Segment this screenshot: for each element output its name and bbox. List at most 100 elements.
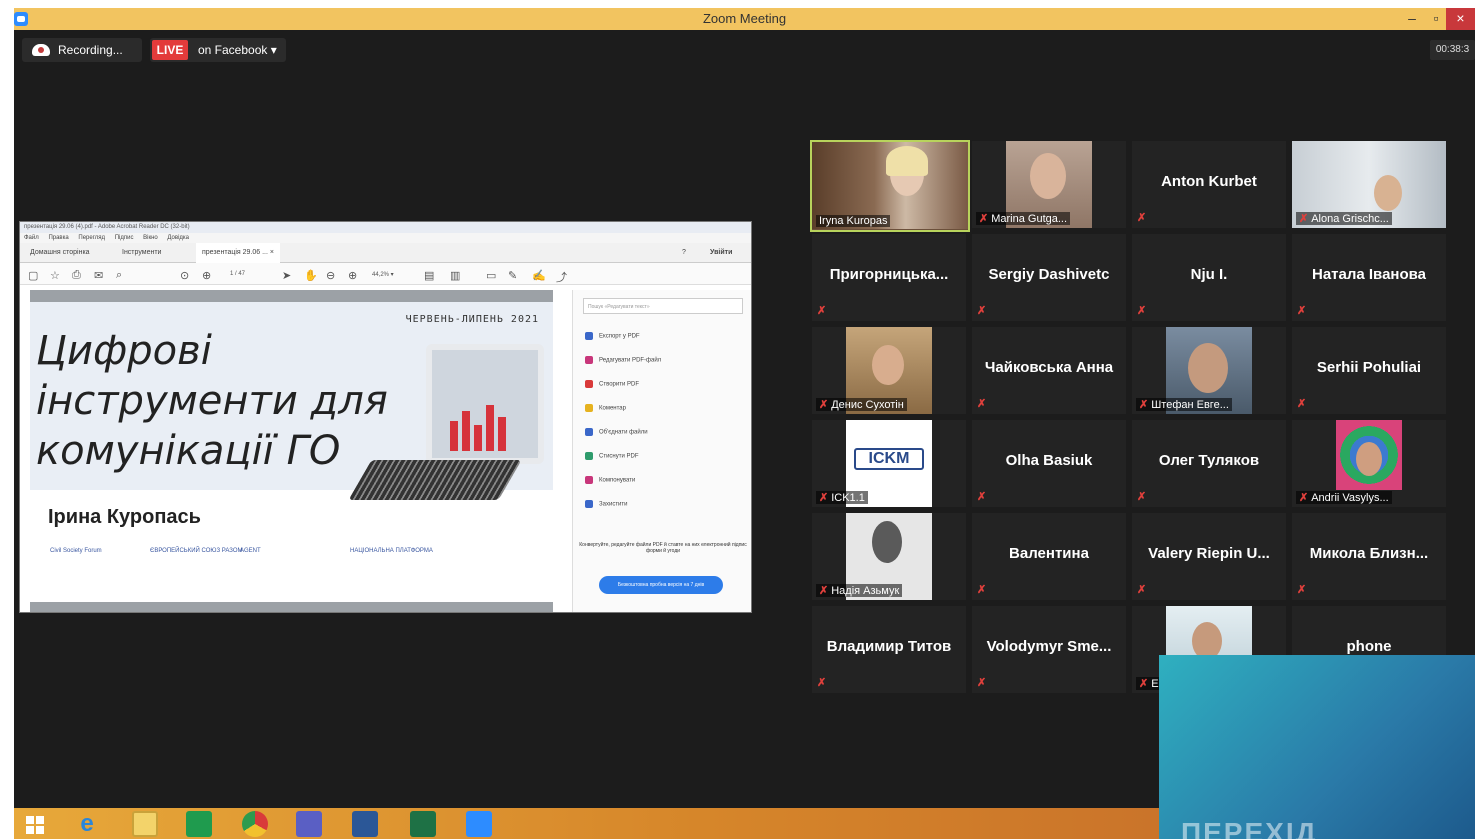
store-icon[interactable]: [186, 811, 212, 837]
window-titlebar[interactable]: Zoom Meeting – ▫ ×: [14, 8, 1475, 30]
page-down-icon[interactable]: ⊕: [202, 269, 211, 282]
live-destination[interactable]: on Facebook ▾: [198, 38, 277, 62]
participant-tile[interactable]: Натала Іванова ✗: [1292, 234, 1446, 321]
participant-name: Marina Gutga...: [991, 213, 1068, 225]
panel-create-pdf[interactable]: Створити PDF: [585, 380, 639, 388]
menu-item[interactable]: Файл: [24, 235, 39, 241]
recording-indicator[interactable]: Recording...: [22, 38, 142, 62]
panel-item-label: Захистити: [599, 501, 628, 508]
panel-item-label: Експорт у PDF: [599, 333, 640, 340]
star-icon[interactable]: ☆: [50, 269, 60, 282]
panel-protect[interactable]: Захистити: [585, 500, 628, 508]
panel-compress[interactable]: Стиснути PDF: [585, 452, 639, 460]
participant-tile[interactable]: ✗ Alona Grischc...: [1292, 141, 1446, 228]
participant-tile[interactable]: Владимир Титов ✗: [812, 606, 966, 693]
panel-organize[interactable]: Компонувати: [585, 476, 635, 484]
icskm-logo: ICKM: [854, 448, 924, 470]
maximize-button[interactable]: ▫: [1424, 8, 1448, 30]
participant-name-label: ✗ Штефан Евге...: [1136, 398, 1232, 411]
overlay-text: ПЕРЕХІД: [1181, 817, 1318, 839]
teams-icon[interactable]: [296, 811, 322, 837]
tab-home[interactable]: Домашня сторінка: [30, 243, 90, 263]
mic-muted-icon: ✗: [1137, 491, 1147, 503]
mic-muted-icon: ✗: [977, 584, 987, 596]
participant-tile[interactable]: ✗ Надія Азьмук: [812, 513, 966, 600]
participant-tile[interactable]: Микола Близн... ✗: [1292, 513, 1446, 600]
menu-item[interactable]: Вікно: [143, 235, 158, 241]
shared-screen[interactable]: презентація 29.06 (4).pdf - Adobe Acroba…: [19, 221, 752, 613]
zoom-select[interactable]: 44,2% ▾: [372, 271, 394, 278]
participant-tile[interactable]: ✗ Штефан Евге...: [1132, 327, 1286, 414]
monitor-screen: [426, 344, 544, 464]
tab-tools[interactable]: Інструменти: [122, 243, 161, 263]
zoom-out-icon[interactable]: ⊖: [326, 269, 335, 282]
minimize-button[interactable]: –: [1400, 8, 1424, 30]
zoom-icon[interactable]: [466, 811, 492, 837]
free-trial-button[interactable]: Безкоштовна пробна версія на 7 днів: [599, 576, 723, 594]
excel-icon[interactable]: [410, 811, 436, 837]
participant-tile[interactable]: Anton Kurbet ✗: [1132, 141, 1286, 228]
menu-item[interactable]: Правка: [48, 235, 68, 241]
acrobat-title: презентація 29.06 (4).pdf - Adobe Acroba…: [20, 222, 751, 233]
participant-face: [872, 345, 904, 385]
compress-icon: [585, 452, 593, 460]
windows-start-icon[interactable]: [22, 811, 48, 837]
fit-page-icon[interactable]: ▤: [424, 269, 434, 282]
participant-tile[interactable]: Nju I. ✗: [1132, 234, 1286, 321]
panel-comment[interactable]: Коментар: [585, 404, 626, 412]
panel-export-pdf[interactable]: Експорт у PDF: [585, 332, 640, 340]
panel-combine[interactable]: Об'єднати файли: [585, 428, 648, 436]
participant-tile[interactable]: Olha Basiuk ✗: [972, 420, 1126, 507]
hand-icon[interactable]: ✋: [304, 269, 318, 282]
zoom-in-icon[interactable]: ⊕: [348, 269, 357, 282]
signin-button[interactable]: Увійти: [710, 243, 732, 263]
participant-tile[interactable]: ✗ Marina Gutga...: [972, 141, 1126, 228]
sign-icon[interactable]: ✍: [532, 269, 546, 282]
participant-tile[interactable]: Iryna Kuropas: [810, 140, 970, 232]
participant-tile[interactable]: Serhii Pohuliai ✗: [1292, 327, 1446, 414]
participant-face: [1374, 175, 1402, 211]
print-icon[interactable]: ⎙: [72, 269, 81, 282]
participant-tile[interactable]: Sergiy Dashivetc ✗: [972, 234, 1126, 321]
participant-tile[interactable]: Пригорницька... ✗: [812, 234, 966, 321]
file-explorer-icon[interactable]: [132, 811, 158, 837]
comment-icon[interactable]: ▭: [486, 269, 496, 282]
scroll-mode-icon[interactable]: ▥: [450, 269, 460, 282]
slide-bottom-strip: [30, 602, 553, 612]
participant-tile[interactable]: Valery Riepin U... ✗: [1132, 513, 1286, 600]
participant-tile[interactable]: Volodymyr Sme... ✗: [972, 606, 1126, 693]
help-icon[interactable]: ?: [682, 243, 686, 263]
logo-national-platform: НАЦІОНАЛЬНА ПЛАТФОРМА: [350, 548, 433, 554]
menu-item[interactable]: Довідка: [167, 235, 189, 241]
page-up-icon[interactable]: ⊙: [180, 269, 189, 282]
word-icon[interactable]: [352, 811, 378, 837]
left-border: [0, 0, 14, 839]
participant-tile[interactable]: ICKM ✗ ICK1.1: [812, 420, 966, 507]
tab-document[interactable]: презентація 29.06 ... ×: [196, 243, 280, 263]
chrome-icon[interactable]: [242, 811, 268, 837]
participant-tile[interactable]: ✗ Andrii Vasylys...: [1292, 420, 1446, 507]
panel-edit-pdf[interactable]: Редагувати PDF-файл: [585, 356, 661, 364]
presentation-slide: ЧЕРВЕНЬ-ЛИПЕНЬ 2021 Цифрові інструменти …: [30, 290, 553, 600]
participant-tile[interactable]: Валентина ✗: [972, 513, 1126, 600]
menu-item[interactable]: Підпис: [115, 235, 134, 241]
participant-tile[interactable]: Чайковська Анна ✗: [972, 327, 1126, 414]
close-button[interactable]: ×: [1446, 8, 1475, 30]
tools-search-input[interactable]: Пошук «Редагувати текст»: [583, 298, 743, 314]
search-icon[interactable]: ⌕: [116, 269, 122, 282]
live-stream-indicator[interactable]: LIVE on Facebook ▾: [150, 38, 286, 62]
internet-explorer-icon[interactable]: e: [74, 811, 100, 837]
mail-icon[interactable]: ✉: [94, 269, 103, 282]
pointer-icon[interactable]: ➤: [282, 269, 291, 282]
participant-name: Iryna Kuropas: [816, 215, 891, 227]
page-indicator[interactable]: 1 / 47: [230, 271, 245, 277]
menu-item[interactable]: Перегляд: [78, 235, 105, 241]
participant-tile[interactable]: Олег Туляков ✗: [1132, 420, 1286, 507]
pen-icon[interactable]: ✎: [508, 269, 517, 282]
keyboard-illustration: [348, 460, 522, 500]
participant-tile[interactable]: ✗ Денис Сухотін: [812, 327, 966, 414]
save-icon[interactable]: ▢: [28, 269, 38, 282]
chart-bar: [450, 421, 458, 451]
participant-name: Е: [1151, 678, 1159, 690]
share-icon[interactable]: ⤴: [556, 269, 567, 285]
